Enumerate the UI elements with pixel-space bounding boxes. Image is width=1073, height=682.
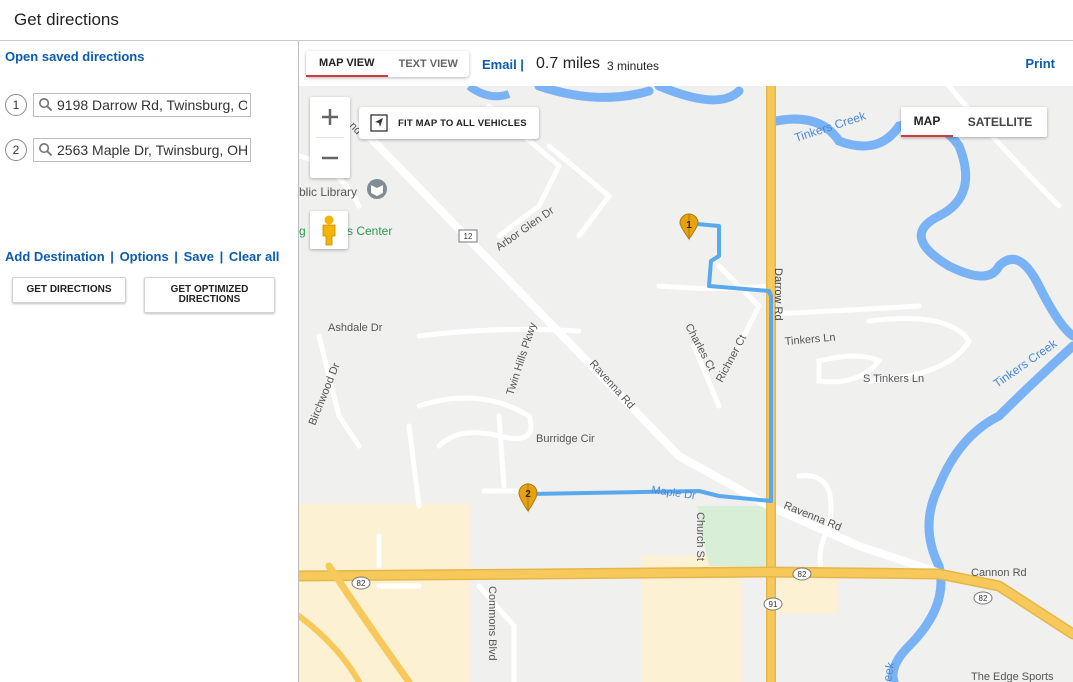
creek-branch xyxy=(466,86,511,101)
park-area xyxy=(697,506,769,566)
add-destination-link[interactable]: Add Destination xyxy=(5,249,105,264)
map-base: 1 2 12 82 82 82 91 Tinkers Creek Tinkers… xyxy=(299,86,1073,682)
label-arbor-glen: Arbor Glen Dr xyxy=(494,205,557,254)
marker-2[interactable]: 2 xyxy=(518,482,538,513)
page-title: Get directions xyxy=(14,10,119,29)
label-ashdale-dr: Ashdale Dr xyxy=(328,322,383,334)
tab-map-view[interactable]: MAP VIEW xyxy=(306,51,388,77)
route-actions: Add Destination | Options | Save | Clear… xyxy=(5,249,279,264)
clear-all-link[interactable]: Clear all xyxy=(229,249,280,264)
stop-1-field[interactable] xyxy=(33,93,251,117)
shield-82: 82 xyxy=(798,570,807,579)
street-view-pegman[interactable] xyxy=(310,211,348,249)
zoom-in-button[interactable] xyxy=(310,97,350,137)
map-type-satellite[interactable]: SATELLITE xyxy=(953,107,1047,137)
marker-1[interactable]: 1 xyxy=(679,213,699,241)
commercial-area xyxy=(299,504,469,682)
print-link[interactable]: Print xyxy=(1025,56,1055,71)
label-twin-hills: Twin Hills Pkwy xyxy=(504,321,539,397)
search-icon xyxy=(39,143,53,157)
save-link[interactable]: Save xyxy=(184,249,214,264)
stop-2: 2 xyxy=(5,138,255,162)
fit-map-button[interactable]: FIT MAP TO ALL VEHICLES xyxy=(359,107,539,139)
map-canvas[interactable]: 1 2 12 82 82 82 91 Tinkers Creek Tinkers… xyxy=(299,86,1073,682)
map-type-map[interactable]: MAP xyxy=(901,107,953,137)
marker-1-label: 1 xyxy=(686,220,692,231)
map-toolbar: MAP VIEW TEXT VIEW Email | 0.7 miles 3 m… xyxy=(299,41,1073,86)
get-directions-button[interactable]: GET DIRECTIONS xyxy=(12,277,126,303)
directions-panel: Open saved directions 1 2 Add Destinatio… xyxy=(0,41,299,682)
email-link[interactable]: Email | xyxy=(482,57,524,72)
label-cannon-rd: Cannon Rd xyxy=(971,567,1027,579)
commercial-area xyxy=(777,578,837,614)
get-optimized-directions-button[interactable]: GET OPTIMIZED DIRECTIONS xyxy=(144,277,275,313)
view-tabs: MAP VIEW TEXT VIEW xyxy=(306,51,469,77)
label-burridge-cir: Burridge Cir xyxy=(536,433,595,445)
separator: | xyxy=(110,249,114,264)
label-tinkers-creek: Tinkers Creek xyxy=(793,108,869,145)
label-center-g: g xyxy=(299,224,306,238)
route-distance: 0.7 miles xyxy=(536,55,601,72)
label-center: s Center xyxy=(347,224,392,238)
label-darrow-rd: Darrow Rd xyxy=(772,268,784,321)
search-icon xyxy=(39,98,53,112)
label-edge-sports: The Edge Sports xyxy=(971,671,1054,682)
label-commons-blvd: Commons Blvd xyxy=(486,586,498,661)
pegman-icon xyxy=(322,215,336,246)
stop-2-input[interactable] xyxy=(57,139,247,161)
label-tinkers-ln: Tinkers Ln xyxy=(784,332,836,348)
route-duration: 3 minutes xyxy=(607,59,660,73)
fit-map-label: FIT MAP TO ALL VEHICLES xyxy=(398,117,527,129)
shield-91: 91 xyxy=(769,600,778,609)
open-saved-directions-link[interactable]: Open saved directions xyxy=(5,49,144,64)
tab-text-view[interactable]: TEXT VIEW xyxy=(388,51,470,77)
minus-icon xyxy=(322,156,338,160)
stop-2-field[interactable] xyxy=(33,138,251,162)
plus-icon xyxy=(322,109,338,125)
get-optimized-label-line2: DIRECTIONS xyxy=(178,294,241,305)
shield-82: 82 xyxy=(979,594,988,603)
label-ravenna-rd: Ravenna Rd xyxy=(587,358,637,411)
label-library: blic Library xyxy=(299,185,357,199)
stop-1: 1 xyxy=(5,93,255,117)
label-church-st: Church St xyxy=(694,512,706,561)
map-type-control: MAP SATELLITE xyxy=(901,107,1047,137)
title-bar: Get directions xyxy=(0,0,1073,41)
marker-2-label: 2 xyxy=(525,489,531,500)
map-panel: MAP VIEW TEXT VIEW Email | 0.7 miles 3 m… xyxy=(299,41,1073,682)
zoom-out-button[interactable] xyxy=(310,138,350,178)
label-maple-dr: Maple Dr xyxy=(651,484,697,502)
separator: | xyxy=(219,249,224,264)
get-directions-label: GET DIRECTIONS xyxy=(26,284,112,295)
library-icon xyxy=(367,179,387,199)
fit-map-icon xyxy=(370,114,388,132)
label-s-tinkers-ln: S Tinkers Ln xyxy=(863,373,924,385)
label-richner-ct: Richner Ct xyxy=(714,333,749,385)
options-link[interactable]: Options xyxy=(120,249,169,264)
stop-number-2: 2 xyxy=(5,139,27,161)
shield-12: 12 xyxy=(464,232,473,241)
stop-1-input[interactable] xyxy=(57,94,247,116)
stop-number-1: 1 xyxy=(5,94,27,116)
zoom-control xyxy=(310,97,350,178)
shield-82: 82 xyxy=(357,579,366,588)
separator: | xyxy=(174,249,178,264)
